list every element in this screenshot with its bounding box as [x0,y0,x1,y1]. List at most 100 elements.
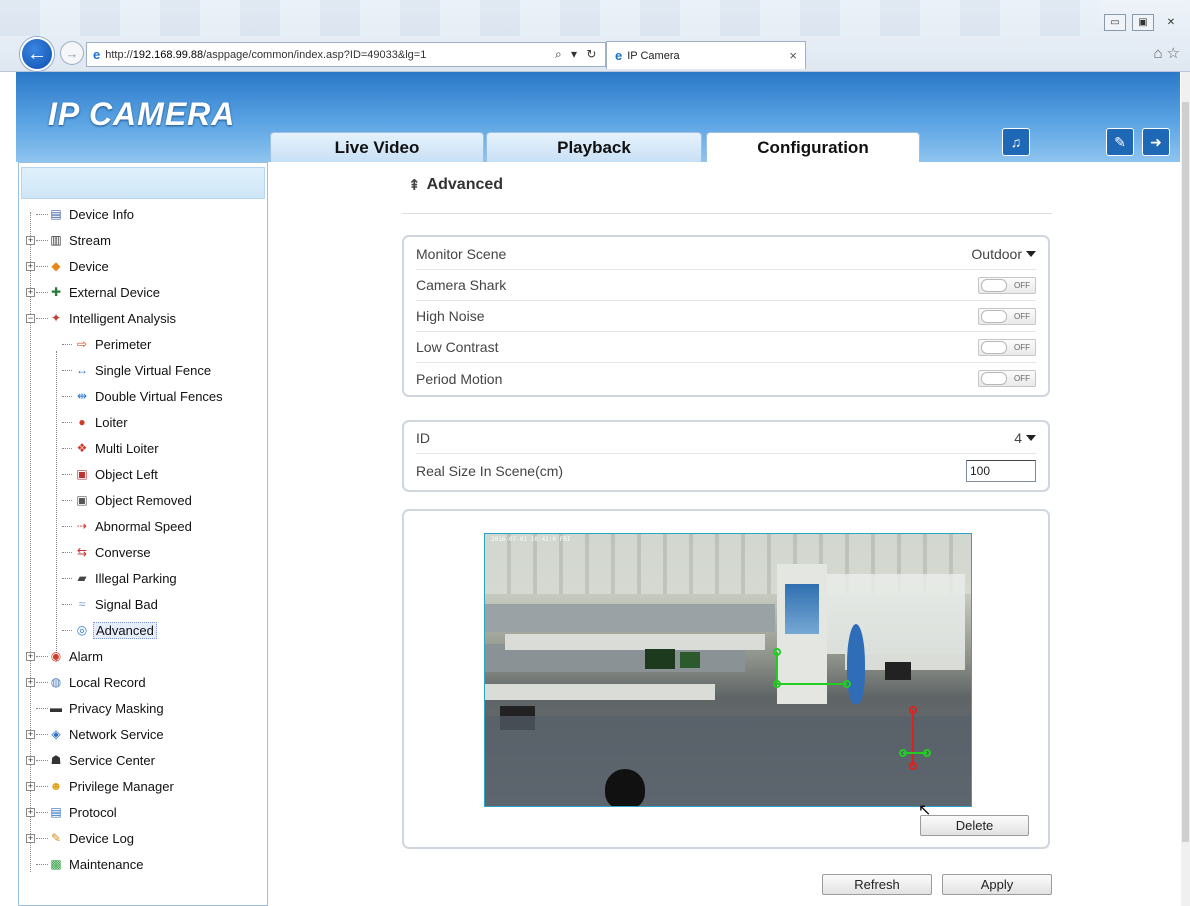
toggle-switch[interactable]: OFF [978,307,1036,325]
apply-button[interactable]: Apply [942,874,1052,895]
chevron-down-icon [1026,251,1036,257]
sidebar-item-service-center[interactable]: + ☗ Service Center [19,747,267,773]
sidebar-item-maintenance[interactable]: ▩ Maintenance [19,851,267,877]
tab-live-video[interactable]: Live Video [270,132,484,162]
sidebar-item-device-log[interactable]: + ✎ Device Log [19,825,267,851]
sidebar-item-signal-bad[interactable]: ≈ Signal Bad [19,591,267,617]
home-icon[interactable]: ⌂ [1153,45,1166,62]
toggle-switch[interactable]: OFF [978,338,1036,356]
sidebar-item-advanced[interactable]: ◎ Advanced [19,617,267,643]
monitor-scene-select[interactable]: Outdoor [971,246,1036,262]
sidebar-item-loiter[interactable]: ● Loiter [19,409,267,435]
forward-button[interactable]: → [60,41,84,65]
id-select[interactable]: 4 [1014,430,1036,446]
toggle-state: OFF [1014,280,1030,290]
toggle-label: High Noise [416,308,485,324]
single-fence-icon: ↔ [76,363,88,377]
sidebar-item-object-left[interactable]: ▣ Object Left [19,461,267,487]
sidebar-item-label: Device [69,258,109,274]
tab-playback[interactable]: Playback [486,132,702,162]
sidebar-item-label: Local Record [69,674,146,690]
sidebar-item-stream[interactable]: + ▥ Stream [19,227,267,253]
page-scrollbar[interactable] [1181,72,1190,906]
logout-icon[interactable]: ➜ [1142,128,1170,156]
tab-configuration[interactable]: Configuration [706,132,920,163]
sidebar-item-privacy-masking[interactable]: ▬ Privacy Masking [19,695,267,721]
double-fence-icon: ⇹ [76,389,88,403]
config-tree: ▤ Device Info + ▥ Stream + ◆ Device + ✚ External D… [19,199,267,877]
address-controls[interactable]: ⌕ ▾ ↻ [555,47,605,62]
address-url[interactable]: http://192.168.99.88/asppage/common/inde… [105,49,555,61]
object-removed-icon: ▣ [76,493,88,507]
alarm-icon: ◉ [50,649,62,663]
sidebar-item-device-info[interactable]: ▤ Device Info [19,201,267,227]
sidebar-item-label: Device Info [69,206,135,222]
sidebar-item-perimeter[interactable]: ⇨ Perimeter [19,331,267,357]
sidebar-item-intelligent-analysis[interactable]: − ✦ Intelligent Analysis [19,305,267,331]
real-size-label: Real Size In Scene(cm) [416,462,564,479]
alarm-bell-icon[interactable]: ♫ [1002,128,1030,156]
expand-icon[interactable]: + [26,651,35,661]
sidebar-item-network-service[interactable]: + ◈ Network Service [19,721,267,747]
sidebar-item-protocol[interactable]: + ▤ Protocol [19,799,267,825]
sidebar-item-double-virtual-fences[interactable]: ⇹ Double Virtual Fences [19,383,267,409]
sidebar-item-label: Intelligent Analysis [69,310,176,326]
expand-icon[interactable]: + [26,781,35,791]
collapse-icon[interactable]: − [26,313,35,323]
expand-icon[interactable]: + [26,677,35,687]
sidebar-item-abnormal-speed[interactable]: ⇢ Abnormal Speed [19,513,267,539]
expand-icon[interactable]: + [26,833,35,843]
sidebar-item-local-record[interactable]: + ◍ Local Record [19,669,267,695]
browser-tab[interactable]: e IP Camera × [606,41,806,69]
address-bar[interactable]: e http://192.168.99.88/asppage/common/in… [86,42,606,67]
tab-close-icon[interactable]: × [789,48,797,63]
sidebar-item-label: External Device [69,284,161,300]
sidebar-item-multi-loiter[interactable]: ❖ Multi Loiter [19,435,267,461]
tree-connector [36,317,48,319]
refresh-button[interactable]: Refresh [822,874,932,895]
toggle-switch[interactable]: OFF [978,276,1036,294]
tree-connector [62,395,72,397]
expand-icon[interactable]: + [26,729,35,739]
expand-icon[interactable]: + [26,287,35,297]
sidebar-item-alarm[interactable]: + ◉ Alarm [19,643,267,669]
tree-connector [62,343,72,345]
user-edit-icon[interactable]: ✎ [1106,128,1134,156]
image-panel: 2016-07-01 10:41:0 FRI Delete [402,509,1050,849]
sidebar-item-label: Converse [95,544,151,560]
real-size-row: Real Size In Scene(cm) [416,455,1036,486]
tree-connector [62,525,72,527]
sidebar-item-external-device[interactable]: + ✚ External Device [19,279,267,305]
expand-icon[interactable]: + [26,261,35,271]
back-button[interactable]: ← [20,37,54,71]
sidebar-item-label: Privacy Masking [69,700,164,716]
sidebar-item-privilege-manager[interactable]: + ☻ Privilege Manager [19,773,267,799]
sidebar-item-object-removed[interactable]: ▣ Object Removed [19,487,267,513]
restore-icon[interactable]: ▣ [1132,14,1154,31]
perimeter-icon: ⇨ [76,337,88,351]
tree-connector [36,213,48,215]
scrollbar-thumb[interactable] [1182,102,1189,842]
favorites-star-icon[interactable]: ☆ [1167,45,1184,62]
camera-snapshot[interactable]: 2016-07-01 10:41:0 FRI [484,533,972,807]
tree-connector [62,603,72,605]
close-window-icon[interactable]: ✕ [1160,14,1182,31]
delete-button[interactable]: Delete [920,815,1029,836]
object-left-icon: ▣ [76,467,88,481]
minimize-icon[interactable]: ▭ [1104,14,1126,31]
tree-connector [36,863,48,865]
sidebar-item-device[interactable]: + ◆ Device [19,253,267,279]
network-service-icon: ◈ [51,727,61,741]
expand-icon[interactable]: + [26,755,35,765]
tree-connector [36,837,48,839]
sidebar-item-converse[interactable]: ⇆ Converse [19,539,267,565]
expand-icon[interactable]: + [26,807,35,817]
expand-icon[interactable]: + [26,235,35,245]
sidebar-item-illegal-parking[interactable]: ▰ Illegal Parking [19,565,267,591]
toggle-row-high-noise: High Noise OFF [416,301,1036,332]
real-size-input[interactable] [966,459,1036,482]
sidebar-item-label: Advanced [93,621,157,639]
toggle-switch[interactable]: OFF [978,370,1036,387]
sidebar-item-single-virtual-fence[interactable]: ↔ Single Virtual Fence [19,357,267,383]
sidebar-item-label: Signal Bad [95,596,158,612]
